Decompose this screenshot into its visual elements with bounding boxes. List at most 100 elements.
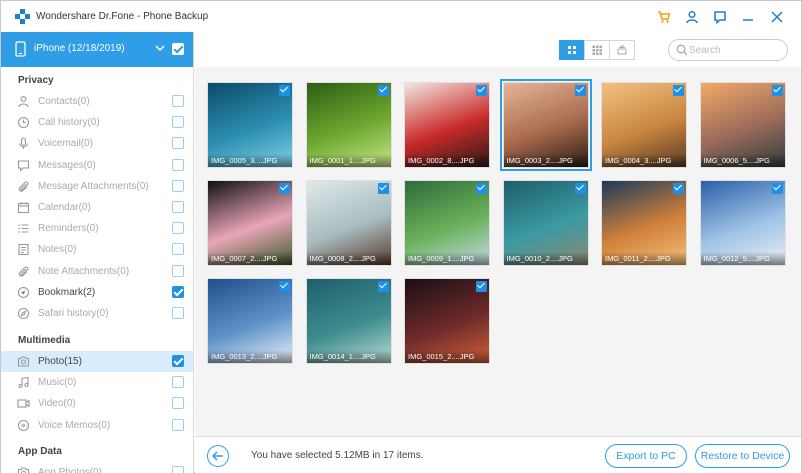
- chevron-down-icon[interactable]: [155, 44, 165, 52]
- item-checkbox[interactable]: [172, 179, 184, 192]
- photo-checkbox[interactable]: [673, 85, 684, 96]
- photo-checkbox[interactable]: [771, 85, 783, 96]
- select-all-checkbox[interactable]: [172, 43, 184, 55]
- music-icon: [18, 377, 29, 389]
- photo-thumbnail[interactable]: IMG_0002_8....JPG: [404, 82, 490, 168]
- item-checkbox[interactable]: [172, 201, 184, 213]
- export-to-pc-button[interactable]: Export to PC: [605, 444, 687, 468]
- photo-thumbnail[interactable]: IMG_0010_2....JPG: [502, 180, 589, 266]
- photo-caption: IMG_0009_1....JPG: [405, 252, 489, 265]
- sidebar-item-voicemail[interactable]: Voicemail(0): [1, 133, 193, 154]
- sidebar-item-voice-memos[interactable]: Voice Memos(0): [1, 415, 193, 436]
- item-checkbox[interactable]: [172, 158, 184, 171]
- photo-checkbox[interactable]: [377, 281, 389, 292]
- item-checkbox[interactable]: [172, 137, 184, 150]
- photo-caption: IMG_0004_3....JPG: [602, 154, 686, 167]
- sidebar-item-app-photos[interactable]: App Photos(0): [1, 462, 193, 473]
- sidebar-item-notes[interactable]: Notes(0): [1, 239, 193, 260]
- photo-thumbnail[interactable]: IMG_0008_2....JPG: [305, 180, 392, 266]
- item-checkbox[interactable]: [172, 285, 184, 298]
- album-view-button[interactable]: [609, 40, 635, 60]
- photo-thumbnail[interactable]: IMG_0005_3....JPG: [207, 82, 293, 168]
- item-checkbox[interactable]: [172, 307, 184, 319]
- photo-thumbnail[interactable]: IMG_0011_2....JPG: [601, 180, 687, 266]
- photo-thumbnail[interactable]: IMG_0013_2....JPG: [207, 278, 293, 364]
- photo-thumbnail[interactable]: IMG_0012_5....JPG: [699, 180, 786, 266]
- item-checkbox[interactable]: [172, 116, 184, 129]
- album-icon: [617, 45, 627, 55]
- sidebar-item-messages[interactable]: Messages(0): [1, 155, 193, 176]
- small-grid-view-button[interactable]: [584, 40, 610, 60]
- grid-large-icon: [568, 46, 576, 54]
- close-button[interactable]: [767, 7, 787, 27]
- photo-checkbox[interactable]: [377, 85, 389, 96]
- item-checkbox[interactable]: [172, 264, 184, 277]
- sidebar-item-bookmark[interactable]: Bookmark(2): [1, 282, 193, 303]
- photo-thumbnail[interactable]: IMG_0003_2....JPG: [499, 79, 592, 171]
- back-button[interactable]: [207, 445, 229, 467]
- paperclip-icon: [18, 266, 29, 277]
- photo-checkbox[interactable]: [476, 183, 487, 194]
- photo-thumbnail[interactable]: IMG_0015_2....JPG: [404, 278, 490, 364]
- sidebar: iPhone (12/18/2019) Privacy Contacts(0) C…: [1, 32, 194, 473]
- section-privacy: Privacy: [18, 75, 54, 86]
- photo-checkbox[interactable]: [771, 183, 783, 194]
- photo-caption: IMG_0007_2....JPG: [208, 252, 292, 265]
- sidebar-item-music[interactable]: Music(0): [1, 372, 193, 393]
- cart-button[interactable]: [654, 7, 674, 27]
- search-input[interactable]: [689, 43, 781, 57]
- item-checkbox[interactable]: [172, 222, 184, 235]
- device-selector[interactable]: iPhone (12/18/2019): [1, 32, 193, 67]
- large-grid-view-button[interactable]: [559, 40, 585, 60]
- sidebar-item-call-history[interactable]: Call history(0): [1, 112, 193, 133]
- account-button[interactable]: [682, 7, 702, 27]
- list-icon: [18, 224, 29, 233]
- photo-caption: IMG_0014_1....JPG: [306, 350, 391, 363]
- calendar-icon: [17, 202, 30, 214]
- photo-thumbnail[interactable]: IMG_0001_1....JPG: [305, 82, 392, 168]
- arrow-left-icon: [212, 451, 223, 461]
- sidebar-item-label: Message Attachments(0): [38, 180, 149, 192]
- item-checkbox[interactable]: [172, 418, 184, 431]
- item-checkbox[interactable]: [172, 397, 184, 410]
- photo-checkbox[interactable]: [673, 183, 684, 194]
- user-icon: [686, 10, 698, 24]
- sidebar-item-label: Video(0): [38, 398, 76, 410]
- item-checkbox[interactable]: [172, 466, 184, 473]
- sidebar-item-video[interactable]: Video(0): [1, 393, 193, 414]
- restore-to-device-button[interactable]: Restore to Device: [695, 444, 790, 468]
- sidebar-item-reminders[interactable]: Reminders(0): [1, 218, 193, 239]
- sidebar-item-photo[interactable]: Photo(15): [1, 351, 193, 372]
- minimize-icon: [743, 19, 753, 21]
- minimize-button[interactable]: [738, 7, 758, 27]
- photo-checkbox[interactable]: [476, 281, 487, 292]
- clock-icon: [17, 117, 30, 129]
- feedback-button[interactable]: [710, 7, 730, 27]
- photo-checkbox[interactable]: [476, 85, 487, 96]
- sidebar-item-message-attachments[interactable]: Message Attachments(0): [1, 176, 193, 197]
- sidebar-item-safari-history[interactable]: Safari history(0): [1, 303, 193, 324]
- photo-checkbox[interactable]: [574, 183, 586, 194]
- photo-checkbox[interactable]: [279, 85, 290, 96]
- sidebar-item-label: Calendar(0): [38, 202, 91, 213]
- photo-thumbnail[interactable]: IMG_0006_5....JPG: [699, 82, 786, 168]
- item-checkbox[interactable]: [172, 355, 184, 367]
- photo-checkbox[interactable]: [279, 183, 290, 194]
- photo-thumbnail[interactable]: IMG_0014_1....JPG: [305, 278, 392, 364]
- photo-caption: IMG_0008_2....JPG: [306, 252, 391, 265]
- photo-checkbox[interactable]: [377, 183, 389, 194]
- sidebar-item-contacts[interactable]: Contacts(0): [1, 91, 193, 112]
- photo-checkbox[interactable]: [574, 85, 586, 96]
- photo-thumbnail[interactable]: IMG_0004_3....JPG: [601, 82, 687, 168]
- photo-checkbox[interactable]: [279, 281, 290, 292]
- item-checkbox[interactable]: [172, 243, 184, 256]
- photo-thumbnail[interactable]: IMG_0009_1....JPG: [404, 180, 490, 266]
- photo-icon: [17, 356, 30, 367]
- photo-thumbnail[interactable]: IMG_0007_2....JPG: [207, 180, 293, 266]
- sidebar-item-label: Reminders(0): [38, 223, 99, 235]
- search-box[interactable]: [668, 39, 788, 61]
- sidebar-item-calendar[interactable]: Calendar(0): [1, 197, 193, 218]
- item-checkbox[interactable]: [172, 376, 184, 389]
- item-checkbox[interactable]: [172, 95, 184, 107]
- sidebar-item-note-attachments[interactable]: Note Attachments(0): [1, 261, 193, 282]
